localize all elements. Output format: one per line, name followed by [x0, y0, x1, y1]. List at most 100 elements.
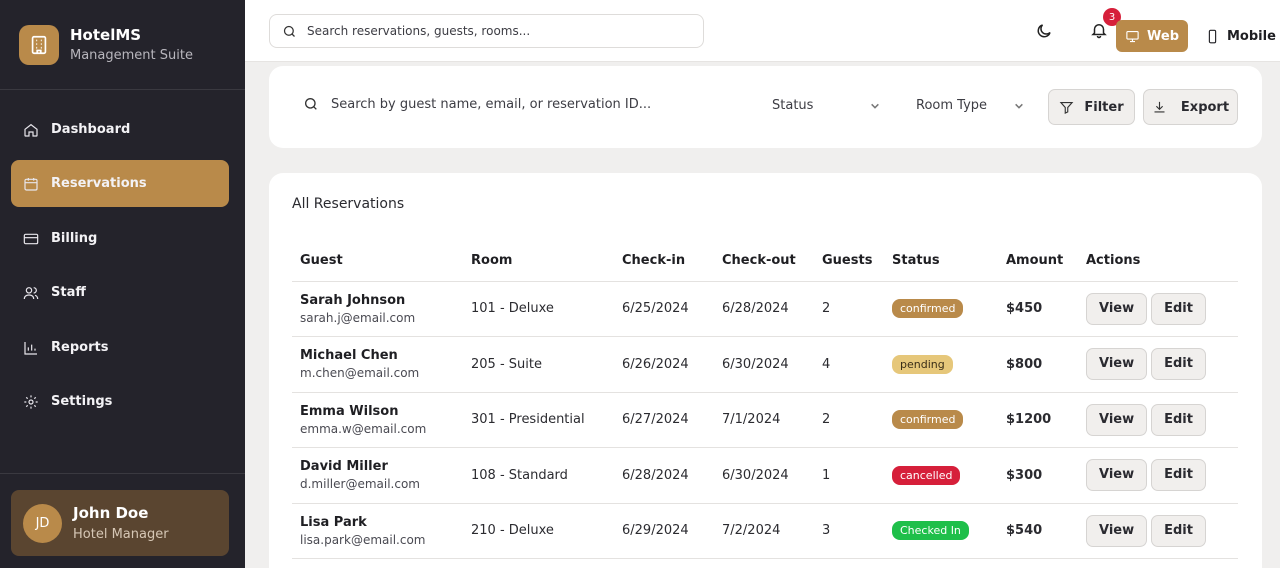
sidebar-item-billing[interactable]: Billing: [11, 215, 229, 262]
credit-card-icon: [23, 233, 39, 244]
status-cell: cancelled: [884, 447, 998, 504]
guest-cell: David Miller d.miller@email.com: [292, 447, 463, 504]
amount-cell: $1200: [998, 392, 1078, 448]
user-profile-card[interactable]: JD John Doe Hotel Manager: [11, 490, 229, 556]
amount-cell: $540: [998, 503, 1078, 559]
edit-button[interactable]: Edit: [1151, 403, 1206, 436]
table-row: Michael Chen m.chen@email.com 205 - Suite…: [292, 336, 1238, 393]
export-button[interactable]: Export: [1143, 89, 1238, 125]
view-button[interactable]: View: [1086, 514, 1148, 547]
topbar: 3 Web Mobile: [245, 0, 1280, 62]
edit-button[interactable]: Edit: [1151, 292, 1206, 325]
guest-name: Sarah Johnson: [300, 292, 406, 308]
guests-cell: 1: [814, 447, 884, 504]
guests-cell: 3: [814, 503, 884, 559]
sidebar-item-label: Reports: [51, 340, 109, 355]
filter-button[interactable]: Filter: [1048, 89, 1135, 125]
avatar: JD: [23, 504, 62, 543]
sidebar-item-reservations[interactable]: Reservations: [11, 160, 229, 207]
column-header: Amount: [998, 241, 1078, 282]
sidebar-item-staff[interactable]: Staff: [11, 269, 229, 316]
home-icon: [24, 123, 38, 137]
guests-cell: 4: [814, 336, 884, 393]
search-icon: [283, 25, 295, 37]
room-cell: 205 - Suite: [463, 336, 614, 393]
sidebar: HotelMS Management Suite Dashboard Reser…: [0, 0, 245, 568]
amount-cell: $300: [998, 447, 1078, 504]
status-select-label: Status: [772, 98, 814, 113]
user-role: Hotel Manager: [73, 527, 169, 542]
checkout-cell: 6/30/2024: [714, 336, 814, 393]
amount-cell: $800: [998, 336, 1078, 393]
sidebar-item-label: Dashboard: [51, 122, 131, 137]
actions-cell: View Edit: [1078, 503, 1238, 559]
sidebar-item-settings[interactable]: Settings: [11, 378, 229, 425]
actions-cell: View Edit: [1078, 447, 1238, 504]
guest-email: sarah.j@email.com: [300, 310, 416, 325]
filter-funnel-icon: [1060, 101, 1074, 114]
status-cell: confirmed: [884, 281, 998, 337]
view-button[interactable]: View: [1086, 292, 1148, 325]
checkout-cell: 6/28/2024: [714, 281, 814, 337]
table-row: Sarah Johnson sarah.j@email.com 101 - Del…: [292, 281, 1238, 337]
table-row: Emma Wilson emma.w@email.com 301 - Presid…: [292, 392, 1238, 448]
room-type-select-label: Room Type: [916, 98, 988, 113]
column-header: Actions: [1078, 241, 1238, 282]
dark-mode-moon-icon[interactable]: [1035, 22, 1053, 40]
checkout-cell: 6/30/2024: [714, 447, 814, 504]
search-icon: [305, 98, 317, 110]
reservation-search-input[interactable]: [331, 96, 731, 112]
status-badge: confirmed: [892, 299, 964, 319]
table-header-row: Guest Room Check-in Check-out Guests Sta…: [292, 241, 1238, 282]
sidebar-item-label: Billing: [51, 231, 98, 246]
guest-cell: Sarah Johnson sarah.j@email.com: [292, 281, 463, 337]
guests-cell: 2: [814, 281, 884, 337]
reservation-search: [303, 96, 731, 112]
view-button[interactable]: View: [1086, 403, 1148, 436]
actions-cell: View Edit: [1078, 336, 1238, 393]
view-button[interactable]: View: [1086, 348, 1148, 381]
room-cell: 108 - Standard: [463, 447, 614, 504]
edit-button[interactable]: Edit: [1151, 459, 1206, 492]
room-type-select[interactable]: Room Type: [916, 98, 1028, 113]
actions-cell: View Edit: [1078, 392, 1238, 448]
checkin-cell: 6/25/2024: [614, 281, 714, 337]
edit-button[interactable]: Edit: [1151, 348, 1206, 381]
filter-card: Status Room Type Filter Export: [269, 66, 1262, 148]
edit-button[interactable]: Edit: [1151, 514, 1206, 547]
calendar-icon: [24, 177, 38, 191]
reservations-title: All Reservations: [292, 196, 405, 212]
chevron-down-icon: [871, 103, 879, 109]
smartphone-icon: [1208, 29, 1217, 43]
status-badge: pending: [892, 354, 953, 374]
checkout-cell: 7/1/2024: [714, 392, 814, 448]
checkin-cell: 6/29/2024: [614, 503, 714, 559]
gear-icon: [24, 394, 38, 409]
column-header: Guests: [814, 241, 884, 282]
export-button-label: Export: [1180, 99, 1230, 115]
checkin-cell: 6/27/2024: [614, 392, 714, 448]
global-search-input[interactable]: [307, 24, 687, 38]
guest-name: David Miller: [300, 459, 388, 475]
sidebar-item-reports[interactable]: Reports: [11, 324, 229, 371]
table-row: David Miller d.miller@email.com 108 - Sta…: [292, 447, 1238, 504]
actions-cell: View Edit: [1078, 281, 1238, 337]
status-select[interactable]: Status: [772, 98, 884, 113]
bar-chart-icon: [24, 341, 37, 355]
global-search: [269, 14, 704, 48]
mobile-view-button[interactable]: Mobile: [1196, 20, 1280, 52]
status-cell: confirmed: [884, 392, 998, 448]
user-area: JD John Doe Hotel Manager: [0, 473, 245, 568]
status-badge: cancelled: [892, 465, 961, 485]
room-cell: 301 - Presidential: [463, 392, 614, 448]
view-button[interactable]: View: [1086, 459, 1148, 492]
checkout-cell: 7/2/2024: [714, 503, 814, 559]
sidebar-item-dashboard[interactable]: Dashboard: [11, 106, 229, 153]
web-view-button[interactable]: Web: [1116, 20, 1188, 52]
status-badge: confirmed: [892, 410, 964, 430]
guest-email: d.miller@email.com: [300, 477, 420, 492]
mobile-view-label: Mobile: [1227, 28, 1276, 44]
web-view-label: Web: [1147, 28, 1179, 44]
column-header: Check-in: [614, 241, 714, 282]
guest-email: m.chen@email.com: [300, 366, 420, 381]
